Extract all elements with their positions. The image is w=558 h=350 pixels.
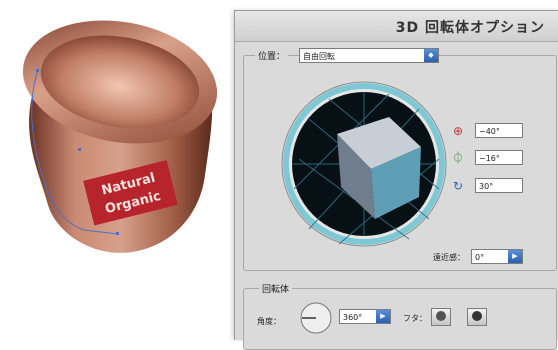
- cap-label: フタ：: [403, 314, 427, 323]
- angle-label: 角度：: [257, 317, 281, 326]
- angle-value: 360°: [343, 313, 363, 322]
- cap-on-button[interactable]: [431, 308, 451, 326]
- angle-field[interactable]: 360° ▶: [339, 309, 391, 324]
- revolve-legend: 回転体: [259, 282, 293, 295]
- x-axis-rotate-icon: ⊕: [452, 124, 464, 138]
- rotation-track-cube[interactable]: [279, 79, 449, 249]
- cap-off-icon: [472, 311, 482, 321]
- perspective-field[interactable]: 0° ▶: [471, 249, 523, 264]
- perspective-value: 0°: [475, 253, 485, 262]
- y-axis-rotate-icon: ⏀: [451, 151, 464, 165]
- pot-artwork: Natural Organic: [0, 0, 240, 339]
- cap-on-icon: [436, 311, 446, 321]
- chevron-right-icon: ▶: [508, 250, 522, 263]
- anchor-point[interactable]: [36, 69, 39, 72]
- z-axis-rotate-icon: ↻: [452, 179, 464, 193]
- z-rotation-field[interactable]: 30°: [475, 178, 523, 193]
- x-rotation-field[interactable]: −40°: [475, 123, 523, 138]
- y-rotation-field[interactable]: −16°: [475, 150, 523, 165]
- position-preset-select[interactable]: 自由回転 ◆: [299, 48, 439, 63]
- cap-off-button[interactable]: [467, 308, 487, 326]
- angle-dial-icon[interactable]: [299, 301, 333, 335]
- chevron-right-icon: ▶: [376, 310, 390, 323]
- chevron-updown-icon: ◆: [424, 49, 438, 62]
- revolve-options-dialog: 3D 回転体オプション 位置： 自由回転 ◆ ⊕ −40° ⏀ −16° ↻ 3: [234, 10, 558, 350]
- perspective-label: 遠近感：: [433, 253, 465, 262]
- position-preset-value: 自由回転: [303, 52, 335, 61]
- anchor-point[interactable]: [116, 232, 119, 235]
- dialog-titlebar[interactable]: 3D 回転体オプション: [235, 11, 558, 42]
- position-legend: 位置：: [255, 49, 289, 62]
- dialog-title: 3D 回転体オプション: [395, 20, 545, 36]
- pot-illustration: Natural Organic: [22, 20, 218, 253]
- revolve-group: [243, 288, 557, 350]
- anchor-point[interactable]: [78, 148, 81, 151]
